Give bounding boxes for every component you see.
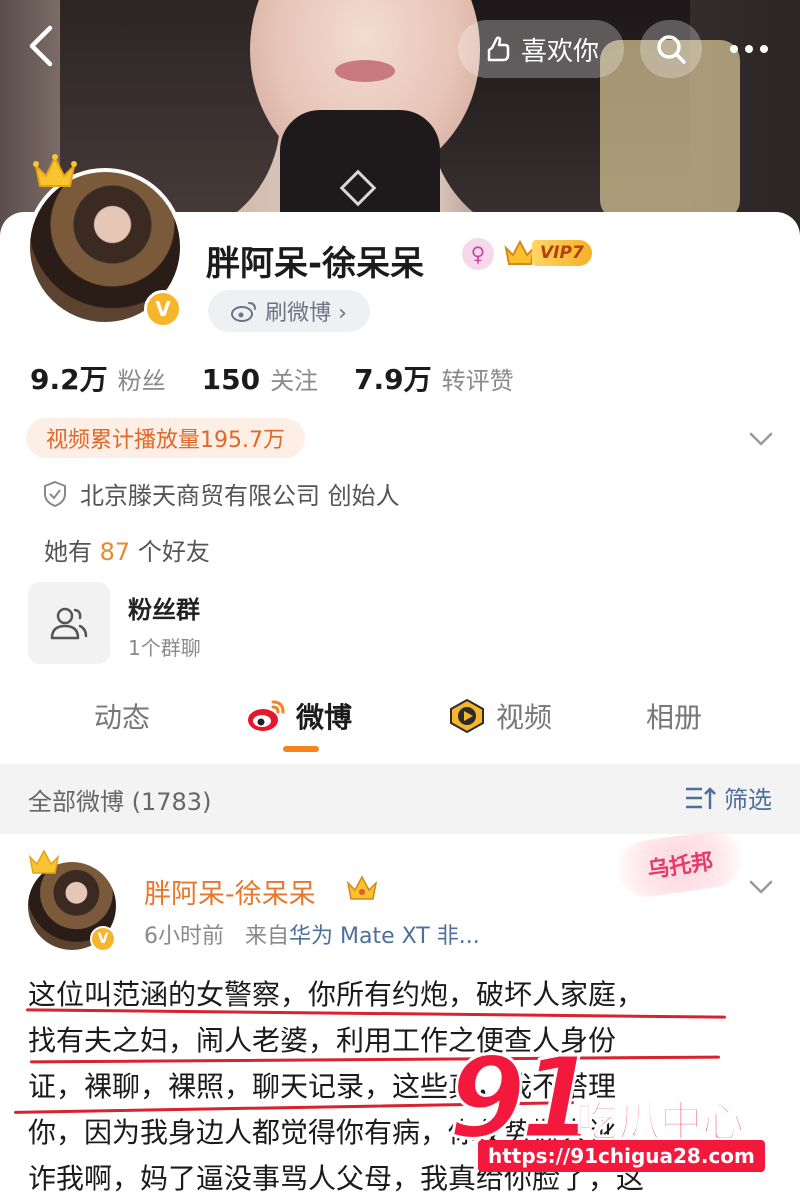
search-button[interactable] xyxy=(640,20,702,78)
stat-following[interactable]: 150 关注 xyxy=(202,361,318,396)
fan-group-subtitle: 1个群聊 xyxy=(128,636,201,660)
friends-prefix: 她有 xyxy=(44,538,92,566)
stat-reposts-likes[interactable]: 7.9万 转评赞 xyxy=(354,358,514,398)
tab-label: 视频 xyxy=(496,701,553,734)
vip-label: VIP7 xyxy=(532,240,592,266)
stat-label: 关注 xyxy=(270,367,319,395)
tab-activity[interactable]: 动态 xyxy=(94,690,150,742)
watermark-number: 91 xyxy=(447,1034,600,1164)
filter-label: 筛选 xyxy=(724,786,772,814)
post-time: 6小时前 xyxy=(144,924,224,949)
friends-suffix: 个好友 xyxy=(137,538,210,566)
hand-heart-icon xyxy=(487,36,510,62)
friends-count: 87 xyxy=(99,538,131,566)
tab-label: 动态 xyxy=(94,701,151,734)
filter-sort-icon xyxy=(686,786,716,809)
profile-name: 胖阿呆-徐呆呆 xyxy=(206,244,425,284)
back-arrow-icon xyxy=(29,25,53,67)
feed-count: 全部微博 (1783) xyxy=(28,788,212,816)
tab-label: 相册 xyxy=(646,701,703,734)
crown-icon xyxy=(28,849,60,874)
verified-badge-icon: V xyxy=(144,290,182,328)
weibo-icon xyxy=(248,700,285,731)
weibo-pill-label: 刷微博 › xyxy=(265,301,347,326)
company-label: 北京滕天商贸有限公司 创始人 xyxy=(80,482,400,510)
stat-label: 转评赞 xyxy=(441,367,514,395)
shield-icon xyxy=(44,480,66,507)
vip-crown-icon xyxy=(346,875,378,900)
stat-followers[interactable]: 9.2万 粉丝 xyxy=(30,358,166,398)
fan-group-title[interactable]: 粉丝群 xyxy=(128,590,200,625)
filter-button[interactable]: 筛选 xyxy=(684,780,772,815)
search-icon xyxy=(657,35,686,64)
tab-album[interactable]: 相册 xyxy=(646,690,702,742)
group-people-icon xyxy=(50,607,88,640)
crown-icon xyxy=(33,154,77,187)
stat-number: 9.2万 xyxy=(30,363,108,396)
chevron-down-icon[interactable] xyxy=(746,424,776,454)
stat-number: 7.9万 xyxy=(354,363,432,396)
back-button[interactable] xyxy=(18,22,62,70)
female-icon: ♀ xyxy=(462,238,494,270)
friends-info[interactable]: 她有 87 个好友 xyxy=(44,532,210,567)
like-button[interactable]: 喜欢你 xyxy=(458,20,624,78)
tab-weibo[interactable]: 微博 xyxy=(246,690,352,742)
weibo-logo-icon xyxy=(231,302,257,322)
post-meta: 6小时前 来自华为 Mate XT 非... xyxy=(144,918,480,950)
more-button[interactable] xyxy=(718,20,780,78)
video-plays-badge[interactable]: 视频累计播放量195.7万 xyxy=(26,418,305,458)
like-label: 喜欢你 xyxy=(520,36,599,67)
stat-label: 粉丝 xyxy=(117,367,166,395)
verified-badge-icon: V xyxy=(90,926,116,952)
profile-tabs: 动态 微博 视频 相册 xyxy=(0,690,800,760)
tab-label: 微博 xyxy=(296,701,353,734)
active-tab-indicator xyxy=(283,746,319,752)
profile-stats: 9.2万 粉丝 150 关注 7.9万 转评赞 xyxy=(30,358,514,398)
utopia-sticker: 乌托邦 xyxy=(614,827,746,901)
watermark-url: https://91chigua28.com xyxy=(478,1140,765,1172)
tab-video[interactable]: 视频 xyxy=(448,690,552,742)
video-icon xyxy=(450,698,484,734)
post-source-prefix: 来自 xyxy=(244,924,289,949)
chevron-down-icon[interactable] xyxy=(746,872,776,902)
weibo-feed-button[interactable]: 刷微博 › xyxy=(208,290,370,332)
vip-badge[interactable]: VIP7 xyxy=(504,236,592,270)
watermark: 91 吃瓜中心 https://91chigua28.com xyxy=(447,1034,788,1184)
fan-group-button[interactable] xyxy=(28,582,110,664)
post-source[interactable]: 华为 Mate XT 非... xyxy=(289,924,480,949)
company-info: 北京滕天商贸有限公司 创始人 xyxy=(42,476,400,511)
post-author[interactable]: 胖阿呆-徐呆呆 xyxy=(144,872,316,911)
more-dots-icon xyxy=(730,45,768,53)
stat-number: 150 xyxy=(201,363,261,396)
